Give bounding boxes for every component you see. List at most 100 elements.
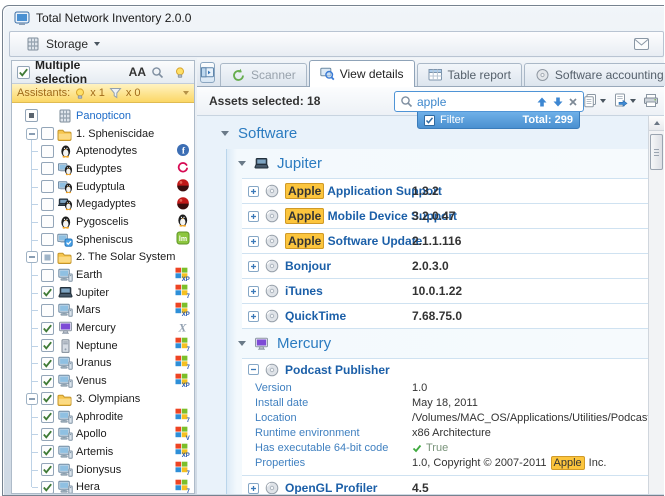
tree-item-megadyptes[interactable]: Megadyptes — [12, 195, 194, 213]
assistants-bar[interactable]: Assistants: x 1 x 0 — [12, 84, 194, 103]
mail-icon[interactable] — [634, 38, 649, 50]
checkbox-checked-icon[interactable] — [41, 463, 54, 477]
filter-checkbox[interactable] — [424, 114, 435, 126]
tab-scanner[interactable]: Scanner — [220, 63, 307, 86]
tree-item-hera[interactable]: Hera 7 — [12, 478, 194, 493]
search-box[interactable] — [394, 91, 584, 112]
collapse-minus-icon[interactable] — [248, 364, 259, 375]
search-icon[interactable] — [151, 66, 164, 79]
computer-section-jupiter[interactable]: Jupiter — [227, 149, 648, 178]
windows-7-icon: 7 — [175, 355, 190, 369]
checkbox-unchecked-icon[interactable] — [41, 162, 54, 176]
tree-collapse-icon[interactable] — [25, 251, 38, 264]
tree-collapse-icon[interactable] — [25, 127, 38, 140]
expand-plus-icon[interactable] — [248, 260, 259, 272]
expand-plus-icon[interactable] — [248, 210, 259, 222]
checkbox-checked-icon[interactable] — [41, 339, 54, 353]
collapse-triangle-icon[interactable] — [238, 341, 246, 346]
window-title: Total Network Inventory 2.0.0 — [36, 11, 192, 25]
expand-plus-icon[interactable] — [248, 482, 259, 494]
software-row-expanded[interactable]: Podcast Publisher Version 1.0 Install date M… — [242, 359, 648, 476]
checkbox-unchecked-icon[interactable] — [41, 268, 54, 282]
checkbox-checked-icon[interactable] — [41, 427, 54, 441]
print-icon[interactable] — [643, 93, 659, 108]
tree-collapse-icon[interactable] — [25, 392, 38, 405]
expand-plus-icon[interactable] — [248, 185, 259, 197]
software-row[interactable]: Apple Software Update 2.1.1.116 — [242, 229, 648, 254]
tree-item-pygoscelis[interactable]: Pygoscelis — [12, 213, 194, 231]
export-button[interactable] — [613, 93, 636, 108]
collapse-triangle-icon[interactable] — [221, 131, 229, 136]
checkbox-unchecked-icon[interactable] — [41, 215, 54, 229]
copy-button[interactable] — [583, 93, 606, 108]
checkbox-unchecked-icon[interactable] — [41, 303, 54, 317]
close-icon[interactable] — [568, 97, 578, 107]
tree-item-venus[interactable]: Venus XP — [12, 372, 194, 390]
checkbox-unchecked-icon[interactable] — [41, 127, 54, 141]
checkbox-unchecked-icon[interactable] — [41, 233, 54, 247]
checkbox-unchecked-icon[interactable] — [41, 144, 54, 158]
table-report-icon — [428, 68, 443, 82]
arrow-down-icon[interactable] — [552, 96, 564, 108]
software-row[interactable]: Apple Application Support 1.3.2 — [242, 179, 648, 204]
tree-item-apollo[interactable]: Apollo V — [12, 425, 194, 443]
software-row[interactable]: Bonjour 2.0.3.0 — [242, 254, 648, 279]
tree-item-aphrodite[interactable]: Aphrodite 7 — [12, 408, 194, 426]
tree-item-panopticon[interactable]: Panopticon — [12, 107, 194, 125]
tab-software-accounting[interactable]: Software accounting — [523, 63, 665, 86]
tree-item-1-spheniscidae[interactable]: 1. Spheniscidae — [12, 125, 194, 143]
toggle-panel-button[interactable] — [200, 62, 215, 83]
tree-item-jupiter[interactable]: Jupiter 7 — [12, 284, 194, 302]
search-input[interactable] — [417, 94, 532, 109]
export-icon — [613, 93, 628, 108]
checkbox-checked-icon[interactable] — [41, 410, 54, 424]
windows-xp-icon: XP — [175, 373, 190, 387]
tree-item-neptune[interactable]: Neptune 7 — [12, 337, 194, 355]
scroll-up-button[interactable] — [649, 116, 664, 131]
tree-item-eudyptula[interactable]: Eudyptula — [12, 178, 194, 196]
tree-item-aptenodytes[interactable]: Aptenodytes f — [12, 142, 194, 160]
computer-section-mercury[interactable]: Mercury — [227, 329, 648, 358]
svg-text:XP: XP — [182, 453, 190, 457]
checkbox-partial-icon[interactable] — [41, 250, 54, 264]
multiple-selection-checkbox[interactable] — [17, 65, 30, 79]
software-row[interactable]: iTunes 10.0.1.22 — [242, 279, 648, 304]
tree-item-eudyptes[interactable]: Eudyptes — [12, 160, 194, 178]
titlebar[interactable]: Total Network Inventory 2.0.0 — [3, 6, 664, 30]
checkbox-checked-icon[interactable] — [41, 356, 54, 370]
checkbox-checked-icon[interactable] — [41, 321, 54, 335]
scrollbar-thumb[interactable] — [650, 134, 663, 170]
checkbox-checked-icon[interactable] — [41, 392, 54, 406]
tree-item-earth[interactable]: Earth XP — [12, 266, 194, 284]
chevron-down-icon[interactable] — [183, 91, 189, 95]
expand-plus-icon[interactable] — [248, 285, 259, 297]
tab-table-report[interactable]: Table report — [416, 63, 522, 86]
tree-item-3-olympians[interactable]: 3. Olympians — [12, 390, 194, 408]
arrow-up-icon[interactable] — [536, 96, 548, 108]
checkbox-unchecked-icon[interactable] — [41, 180, 54, 194]
checkbox-checked-icon[interactable] — [41, 480, 54, 493]
checkbox-checked-icon[interactable] — [41, 374, 54, 388]
checkbox-checked-icon[interactable] — [41, 286, 54, 300]
expand-plus-icon[interactable] — [248, 235, 259, 247]
tree-item-mercury[interactable]: Mercury X — [12, 319, 194, 337]
expand-plus-icon[interactable] — [248, 310, 259, 322]
storage-menu-button[interactable]: Storage — [20, 35, 106, 53]
tab-view-details[interactable]: View details — [308, 60, 415, 87]
tree-item-spheniscus[interactable]: Spheniscus lm — [12, 231, 194, 249]
software-row[interactable]: QuickTime 7.68.75.0 — [242, 304, 648, 329]
collapse-triangle-icon[interactable] — [238, 161, 246, 166]
tree-item-mars[interactable]: Mars XP — [12, 302, 194, 320]
tree-item-2-the-solar-system[interactable]: 2. The Solar System — [12, 249, 194, 267]
vertical-scrollbar[interactable] — [648, 116, 664, 494]
checkbox-checked-icon[interactable] — [41, 445, 54, 459]
tree-item-dionysus[interactable]: Dionysus 7 — [12, 461, 194, 479]
tree-root-state-icon[interactable] — [25, 109, 38, 123]
checkbox-unchecked-icon[interactable] — [41, 197, 54, 211]
bulb-icon[interactable] — [174, 66, 186, 78]
font-size-button[interactable]: AA — [129, 65, 146, 79]
tree-item-uranus[interactable]: Uranus 7 — [12, 355, 194, 373]
tree-item-artemis[interactable]: Artemis XP — [12, 443, 194, 461]
software-row[interactable]: OpenGL Profiler 4.5 — [242, 476, 648, 494]
software-row[interactable]: Apple Mobile Device Support 3.2.0.47 — [242, 204, 648, 229]
